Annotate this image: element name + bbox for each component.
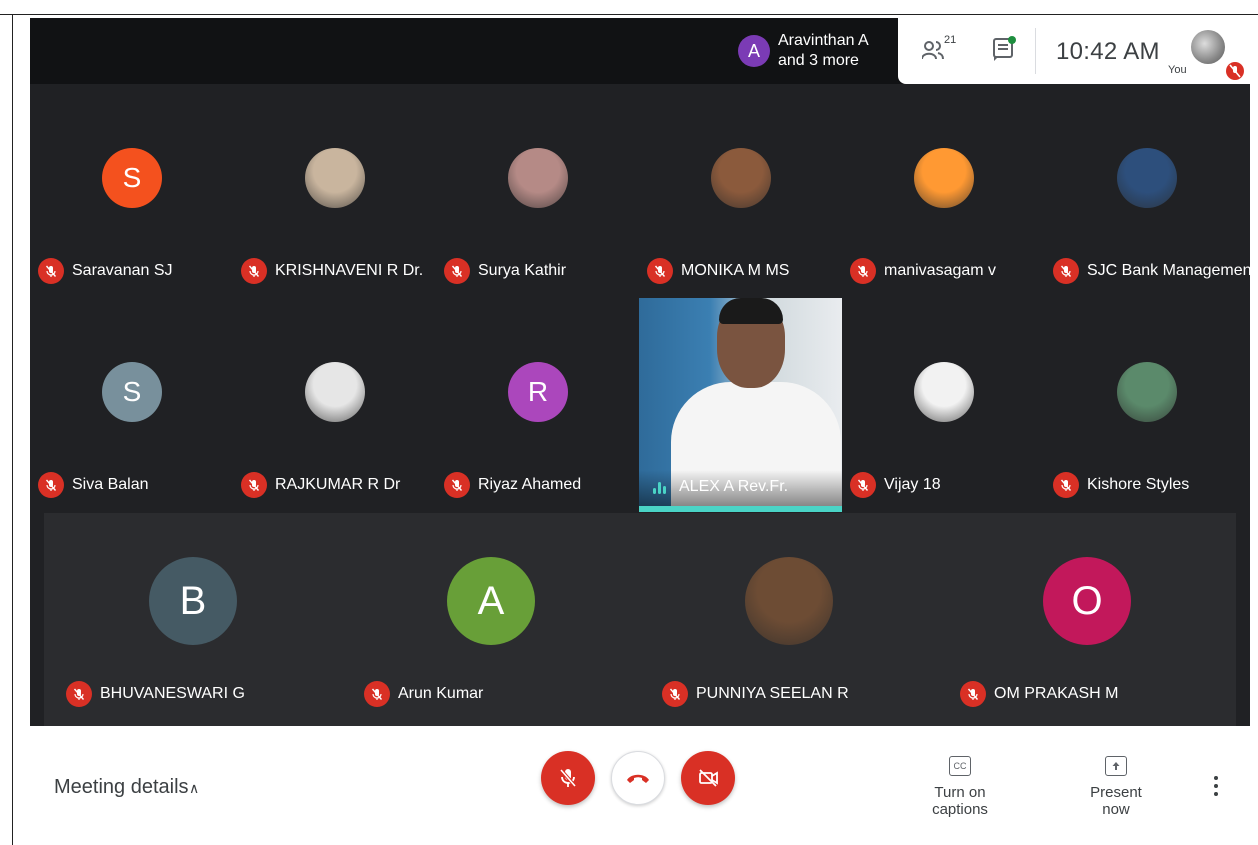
people-button[interactable]: 21 <box>921 34 956 61</box>
participant-name: KRISHNAVENI R Dr. <box>275 262 424 279</box>
clock-time: 10:42 AM <box>1056 38 1160 65</box>
muted-mic-icon <box>444 258 470 284</box>
meeting-details-button[interactable]: Meeting details <box>54 776 189 799</box>
participant-tile-siva-balan[interactable]: S Siva Balan <box>30 298 233 512</box>
participant-tile-kishore-styles[interactable]: Kishore Styles <box>1045 298 1248 512</box>
muted-mic-icon <box>38 258 64 284</box>
participant-avatar <box>914 362 974 422</box>
participant-avatar <box>1117 362 1177 422</box>
chevron-up-icon[interactable]: ∧ <box>189 780 199 797</box>
participant-avatar: S <box>102 362 162 422</box>
participant-tile-surya-kathir[interactable]: Surya Kathir <box>436 84 639 298</box>
camera-off-icon <box>699 769 718 787</box>
participant-name: PUNNIYA SEELAN R <box>696 685 849 702</box>
mic-toggle-button[interactable] <box>541 751 595 805</box>
muted-mic-icon <box>662 681 688 707</box>
muted-mic-icon <box>850 258 876 284</box>
speaker-avatar: A <box>738 35 770 67</box>
participant-name: Saravanan SJ <box>72 262 173 279</box>
participant-avatar <box>305 148 365 208</box>
participant-name: ALEX A Rev.Fr. <box>679 478 789 495</box>
participant-tile-bhuvaneswari-g[interactable]: B BHUVANESWARI G <box>44 513 342 726</box>
chat-icon[interactable] <box>992 36 1016 62</box>
participant-avatar <box>914 148 974 208</box>
people-icon <box>921 40 944 59</box>
participant-name: BHUVANESWARI G <box>100 685 245 702</box>
present-now-button[interactable]: Present now <box>1077 756 1155 818</box>
participant-avatar <box>711 148 771 208</box>
self-muted-icon <box>1226 62 1244 80</box>
camera-toggle-button[interactable] <box>681 751 735 805</box>
muted-mic-icon <box>38 472 64 498</box>
captions-button[interactable]: CC Turn on captions <box>909 756 1011 818</box>
hang-up-icon <box>627 774 649 783</box>
participant-avatar: B <box>149 557 237 645</box>
participant-avatar: O <box>1043 557 1131 645</box>
participant-name: Riyaz Ahamed <box>478 476 582 493</box>
participant-name: MONIKA M MS <box>681 262 790 279</box>
speaker-name-more: and 3 more <box>778 52 859 69</box>
top-panel-divider <box>1035 28 1036 74</box>
participant-avatar <box>305 362 365 422</box>
muted-mic-icon <box>647 258 673 284</box>
video-person-hair <box>719 298 783 324</box>
frame-border-left <box>12 14 13 845</box>
leave-call-button[interactable] <box>611 751 665 805</box>
participant-tile-om-prakash-m[interactable]: O OM PRAKASH M <box>938 513 1236 726</box>
mic-off-icon <box>559 768 577 788</box>
speaker-name-primary: Aravinthan A <box>778 32 869 49</box>
participant-avatar: S <box>102 148 162 208</box>
meeting-stage: A Aravinthan A and 3 more 21 10:42 AM Yo… <box>30 18 1256 726</box>
participant-name: Siva Balan <box>72 476 149 493</box>
participant-tile-monika-m-ms[interactable]: MONIKA M MS <box>639 84 842 298</box>
participant-name: Vijay 18 <box>884 476 941 493</box>
participant-name: RAJKUMAR R Dr <box>275 476 401 493</box>
present-screen-icon <box>1105 756 1127 776</box>
muted-mic-icon <box>850 472 876 498</box>
active-speaker-bar <box>639 506 842 512</box>
participant-name: Kishore Styles <box>1087 476 1190 493</box>
captions-label: Turn on captions <box>932 784 988 818</box>
muted-mic-icon <box>364 681 390 707</box>
participant-avatar <box>745 557 833 645</box>
participant-tile-krishnaveni-r-dr[interactable]: KRISHNAVENI R Dr. <box>233 84 436 298</box>
muted-mic-icon <box>1053 258 1079 284</box>
participant-avatar <box>508 148 568 208</box>
participant-name: manivasagam v <box>884 262 997 279</box>
bottom-control-bar: Meeting details ∧ CC Turn on captions Pr… <box>13 726 1258 845</box>
participant-video-alex[interactable]: ALEX A Rev.Fr. <box>639 298 842 512</box>
speaking-indicator-icon <box>653 482 666 494</box>
participant-tile-manivasagam-v[interactable]: manivasagam v <box>842 84 1045 298</box>
participant-name: SJC Bank Management <box>1087 262 1256 279</box>
participant-tile-punniya-seelan-r[interactable]: PUNNIYA SEELAN R <box>640 513 938 726</box>
participant-tile-vijay-18[interactable]: Vijay 18 <box>842 298 1045 512</box>
muted-mic-icon <box>241 258 267 284</box>
self-label: You <box>1168 64 1187 76</box>
participant-avatar <box>1117 148 1177 208</box>
active-speakers-chip[interactable]: A Aravinthan A and 3 more <box>730 18 900 84</box>
participant-tile-arun-kumar[interactable]: A Arun Kumar <box>342 513 640 726</box>
muted-mic-icon <box>1053 472 1079 498</box>
people-count: 21 <box>944 34 957 47</box>
participant-tile-riyaz-ahamed[interactable]: R Riyaz Ahamed <box>436 298 639 512</box>
participant-name: Arun Kumar <box>398 685 484 702</box>
self-view-thumbnail[interactable] <box>1191 30 1225 64</box>
participant-tile-rajkumar-r-dr[interactable]: RAJKUMAR R Dr <box>233 298 436 512</box>
top-right-panel: 21 10:42 AM You <box>898 18 1250 84</box>
muted-mic-icon <box>66 681 92 707</box>
closed-captions-icon: CC <box>949 756 971 776</box>
participant-name: OM PRAKASH M <box>994 685 1119 702</box>
muted-mic-icon <box>241 472 267 498</box>
participant-tile-saravanan-sj[interactable]: S Saravanan SJ <box>30 84 233 298</box>
more-options-icon[interactable] <box>1214 776 1220 800</box>
participant-avatar: A <box>447 557 535 645</box>
frame-border-top <box>0 14 1258 15</box>
muted-mic-icon <box>444 472 470 498</box>
present-label: Present now <box>1090 784 1142 818</box>
participant-name: Surya Kathir <box>478 262 567 279</box>
participant-tile-sjc-bank-management[interactable]: SJC Bank Management <box>1045 84 1256 298</box>
participant-avatar: R <box>508 362 568 422</box>
speaker-names: Aravinthan A and 3 more <box>778 31 869 71</box>
muted-mic-icon <box>960 681 986 707</box>
